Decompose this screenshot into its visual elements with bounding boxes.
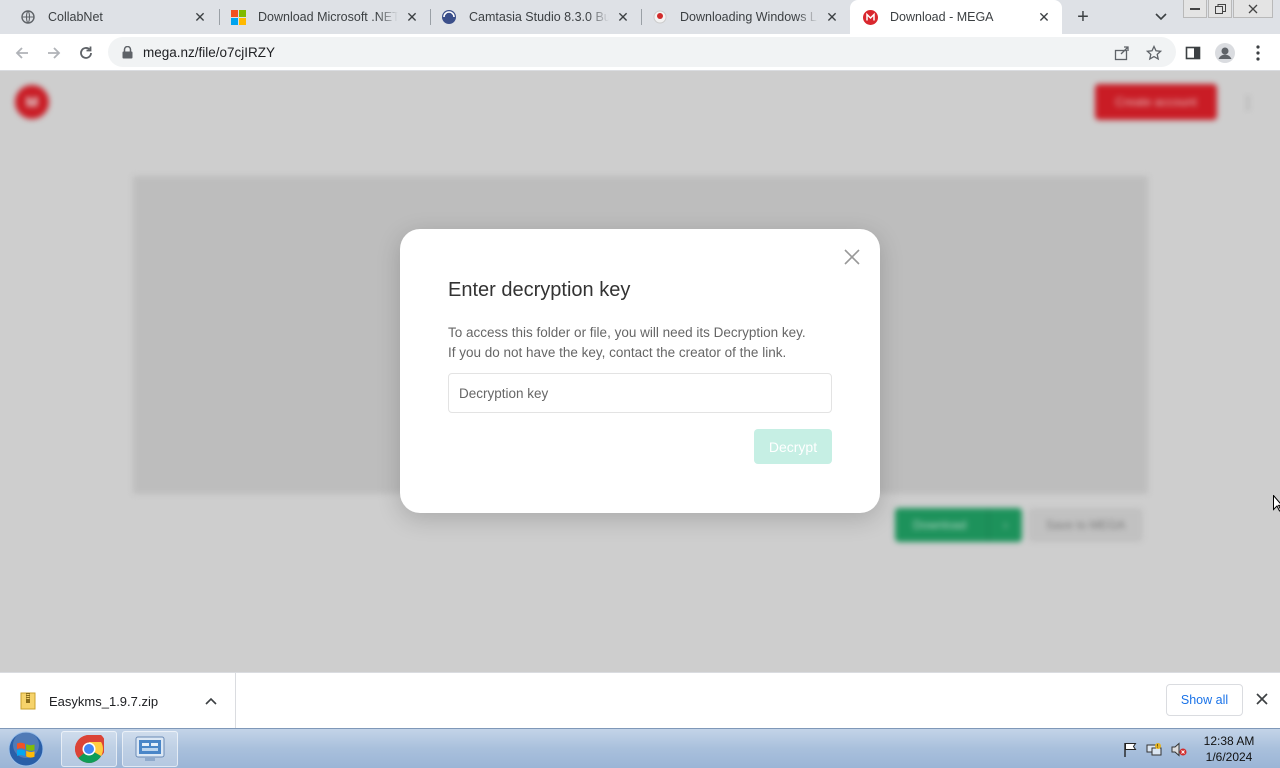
back-arrow-icon[interactable]	[10, 41, 34, 65]
tab-dotnet[interactable]: Download Microsoft .NET Framework ✕	[220, 0, 430, 34]
forward-arrow-icon[interactable]	[42, 41, 66, 65]
minimize-icon[interactable]	[1183, 0, 1207, 18]
url-text[interactable]: mega.nz/file/o7cjIRZY	[143, 45, 275, 60]
chevron-up-icon[interactable]	[203, 693, 219, 709]
tab-close-icon[interactable]: ✕	[824, 9, 840, 25]
tab-collabnet[interactable]: CollabNet ✕	[0, 0, 218, 34]
share-icon[interactable]	[1111, 42, 1133, 64]
tab-title: Camtasia Studio 8.3.0 Build	[469, 10, 609, 24]
tab-close-icon[interactable]: ✕	[1036, 9, 1052, 25]
clock-date: 1/6/2024	[1205, 750, 1253, 764]
lock-icon[interactable]	[120, 45, 134, 59]
tab-strip: CollabNet ✕ Download Microsoft .NET Fram…	[0, 0, 1280, 34]
tab-close-icon[interactable]: ✕	[615, 9, 631, 25]
tab-close-icon[interactable]: ✕	[404, 9, 420, 25]
windows-taskbar: ! 12:38 AM 1/6/2024	[0, 728, 1280, 768]
dialog-description: To access this folder or file, you will …	[448, 323, 838, 363]
tab-title: Downloading Windows Loader	[680, 10, 818, 24]
tab-mega[interactable]: Download - MEGA ✕	[850, 0, 1062, 34]
mega-icon	[862, 9, 878, 25]
profile-avatar-icon[interactable]	[1214, 42, 1236, 64]
chrome-menu-icon[interactable]	[1247, 42, 1269, 64]
reload-icon[interactable]	[74, 41, 98, 65]
decryption-key-input[interactable]	[448, 373, 832, 413]
taskbar-control-panel[interactable]	[122, 731, 178, 767]
decrypt-button[interactable]: Decrypt	[754, 429, 832, 464]
loader-icon	[652, 9, 668, 25]
start-button[interactable]	[4, 730, 48, 768]
decryption-key-dialog: Enter decryption key To access this fold…	[400, 229, 880, 513]
tab-title: CollabNet	[48, 10, 103, 24]
tab-camtasia[interactable]: Camtasia Studio 8.3.0 Build ✕	[431, 0, 641, 34]
download-file-name[interactable]: Easykms_1.9.7.zip	[49, 694, 203, 709]
browser-toolbar: mega.nz/file/o7cjIRZY	[0, 34, 1280, 71]
taskbar-clock[interactable]: 12:38 AM 1/6/2024	[1196, 733, 1262, 765]
microsoft-logo-icon	[230, 9, 246, 25]
clock-time: 12:38 AM	[1203, 734, 1255, 748]
tab-search-chevron-icon[interactable]	[1152, 8, 1170, 26]
windows-logo-icon	[8, 731, 44, 767]
restore-icon[interactable]	[1208, 0, 1232, 18]
action-center-flag-icon[interactable]	[1122, 741, 1138, 757]
dialog-description-line: If you do not have the key, contact the …	[448, 345, 787, 360]
show-all-button[interactable]: Show all	[1166, 684, 1243, 716]
bookmark-star-icon[interactable]	[1143, 42, 1165, 64]
download-item[interactable]: Easykms_1.9.7.zip	[0, 673, 236, 729]
side-panel-icon[interactable]	[1182, 42, 1204, 64]
dialog-title: Enter decryption key	[448, 279, 631, 301]
chrome-icon	[75, 735, 104, 763]
control-panel-icon	[135, 736, 165, 761]
zip-file-icon	[20, 692, 36, 710]
volume-muted-icon[interactable]	[1171, 741, 1187, 757]
tab-close-icon[interactable]: ✕	[192, 9, 208, 25]
dialog-close-icon[interactable]	[842, 247, 862, 267]
svg-text:!: !	[1157, 744, 1159, 750]
address-bar[interactable]: mega.nz/file/o7cjIRZY	[108, 37, 1176, 67]
download-shelf: Easykms_1.9.7.zip Show all	[0, 672, 1280, 729]
network-icon[interactable]: !	[1146, 741, 1162, 757]
close-shelf-icon[interactable]	[1254, 691, 1270, 707]
dialog-description-line: To access this folder or file, you will …	[448, 325, 806, 340]
tab-title: Download Microsoft .NET Framework	[258, 10, 398, 24]
new-tab-icon[interactable]: +	[1072, 6, 1094, 28]
close-window-icon[interactable]	[1233, 0, 1273, 18]
mouse-cursor-icon	[1273, 494, 1280, 512]
taskbar-chrome[interactable]	[61, 731, 117, 767]
globe-icon	[20, 9, 36, 25]
camtasia-icon	[441, 9, 457, 25]
tab-windows-loader[interactable]: Downloading Windows Loader ✕	[642, 0, 850, 34]
tab-title: Download - MEGA	[890, 10, 994, 24]
